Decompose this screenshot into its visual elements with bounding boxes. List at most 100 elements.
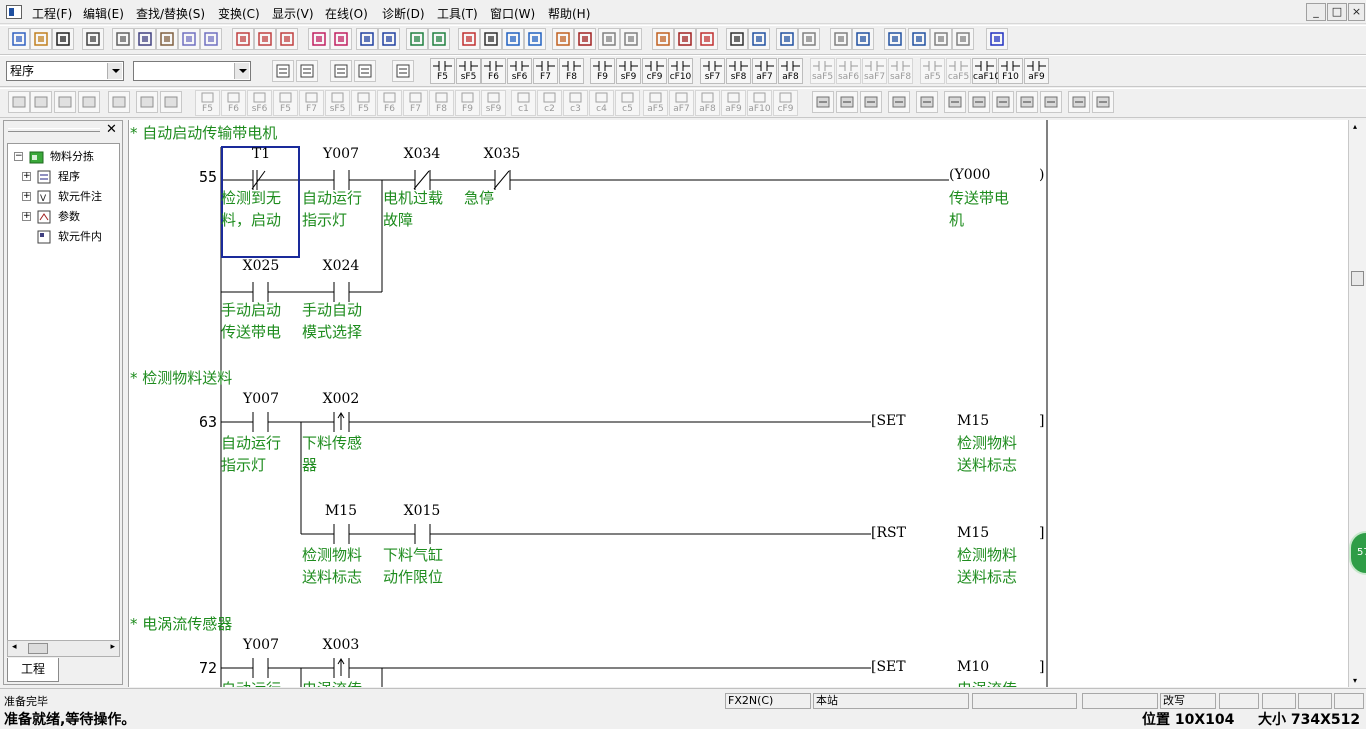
tree-root[interactable]: − 物料分拣 — [12, 148, 119, 166]
online-icon[interactable] — [574, 28, 596, 50]
save-icon[interactable] — [52, 28, 74, 50]
ladder-key-af9[interactable]: aF9 — [1024, 58, 1049, 84]
find-instruction-icon[interactable] — [254, 28, 276, 50]
sfc-tool-3-icon[interactable] — [54, 91, 76, 113]
menu-convert[interactable]: 变换(C) — [218, 5, 260, 22]
sfc-key-f5[interactable]: F5 — [273, 90, 298, 116]
open-folder-icon[interactable] — [30, 28, 52, 50]
floating-badge[interactable]: 57 — [1349, 531, 1366, 575]
ladder-key-sf8[interactable]: sF8 — [726, 58, 751, 84]
print-icon[interactable] — [82, 28, 104, 50]
ladder-key-saf8[interactable]: saF8 — [888, 58, 913, 84]
sfc-key-cf9[interactable]: cF9 — [773, 90, 798, 116]
tree-item-device-memory[interactable]: 软元件内 — [22, 228, 119, 246]
ladder-key-sf7[interactable]: sF7 — [700, 58, 725, 84]
step-icon[interactable] — [776, 28, 798, 50]
sfc-key-c3[interactable]: c3 — [563, 90, 588, 116]
sfc-key-f5[interactable]: F5 — [195, 90, 220, 116]
tool-5-icon[interactable] — [916, 91, 938, 113]
scroll-thumb[interactable] — [28, 643, 48, 654]
tool-3-icon[interactable] — [860, 91, 882, 113]
ladder-key-saf7[interactable]: saF7 — [862, 58, 887, 84]
tool-10-icon[interactable] — [1040, 91, 1062, 113]
menu-window[interactable]: 窗口(W) — [490, 5, 535, 22]
program-combo[interactable] — [133, 61, 251, 81]
ladder-key-f5[interactable]: F5 — [430, 58, 455, 84]
close-icon[interactable]: ✕ — [106, 123, 118, 137]
find-step-icon[interactable] — [276, 28, 298, 50]
plc-diagnostics-icon[interactable] — [908, 28, 930, 50]
transfer-icon[interactable] — [798, 28, 820, 50]
monitor-mode-icon[interactable] — [330, 60, 352, 82]
alias-icon[interactable] — [674, 28, 696, 50]
ladder-key-sf6[interactable]: sF6 — [507, 58, 532, 84]
tool-11-icon[interactable] — [1068, 91, 1090, 113]
ladder-key-caf10[interactable]: caF10 — [972, 58, 1000, 84]
panel-grip[interactable] — [8, 128, 100, 132]
sfc-key-af9[interactable]: aF9 — [721, 90, 746, 116]
ladder-key-f6[interactable]: F6 — [481, 58, 506, 84]
ladder-key-caf5[interactable]: caF5 — [946, 58, 971, 84]
zoom-out-icon[interactable] — [378, 28, 400, 50]
menu-edit[interactable]: 编辑(E) — [83, 5, 124, 22]
app-icon[interactable] — [6, 5, 22, 19]
sfc-key-af5[interactable]: aF5 — [643, 90, 668, 116]
list-view-icon[interactable] — [480, 28, 502, 50]
sfc-tool-6-icon[interactable] — [136, 91, 158, 113]
write-mode-icon[interactable] — [296, 60, 318, 82]
ladder-key-af5[interactable]: aF5 — [920, 58, 945, 84]
device-test-icon[interactable] — [930, 28, 952, 50]
sfc-tool-7-icon[interactable] — [160, 91, 182, 113]
sfc-icon[interactable] — [524, 28, 546, 50]
view-combo[interactable]: 程序 — [6, 61, 124, 81]
tool-7-icon[interactable] — [968, 91, 990, 113]
ladder-key-f9[interactable]: F9 — [590, 58, 615, 84]
menu-project[interactable]: 工程(F) — [32, 5, 72, 22]
menu-view[interactable]: 显示(V) — [272, 5, 314, 22]
zoom-in-icon[interactable] — [356, 28, 378, 50]
menu-diagnostics[interactable]: 诊断(D) — [382, 5, 425, 22]
sfc-key-c4[interactable]: c4 — [589, 90, 614, 116]
tool-9-icon[interactable] — [1016, 91, 1038, 113]
find-device-icon[interactable] — [232, 28, 254, 50]
sfc-key-f6[interactable]: F6 — [221, 90, 246, 116]
sfc-key-sf6[interactable]: sF6 — [247, 90, 272, 116]
diagnose-icon[interactable] — [726, 28, 748, 50]
menu-tools[interactable]: 工具(T) — [437, 5, 478, 22]
display-icon[interactable] — [986, 28, 1008, 50]
editor-vertical-scrollbar[interactable]: ▴ ▾ — [1348, 120, 1366, 687]
read-plc-icon[interactable] — [406, 28, 428, 50]
minimize-button[interactable]: _ — [1306, 3, 1326, 21]
cut-icon[interactable] — [112, 28, 134, 50]
tree-item-parameters[interactable]: + 参数 — [22, 208, 119, 226]
scroll-left-icon[interactable]: ◂ — [12, 642, 17, 652]
expand-icon[interactable]: + — [22, 192, 31, 201]
sfc-key-f6[interactable]: F6 — [377, 90, 402, 116]
close-button[interactable]: × — [1348, 3, 1365, 21]
tool-2-icon[interactable] — [836, 91, 858, 113]
sfc-tool-2-icon[interactable] — [30, 91, 52, 113]
scroll-down-icon[interactable]: ▾ — [1353, 676, 1357, 685]
ladder-key-f8[interactable]: F8 — [559, 58, 584, 84]
read-mode-icon[interactable] — [272, 60, 294, 82]
sfc-key-af10[interactable]: aF10 — [747, 90, 772, 116]
monitor-icon[interactable] — [458, 28, 480, 50]
sfc-key-af8[interactable]: aF8 — [695, 90, 720, 116]
ladder-key-f7[interactable]: F7 — [533, 58, 558, 84]
menu-find-replace[interactable]: 查找/替换(S) — [136, 5, 205, 22]
replace-device-icon[interactable] — [330, 28, 352, 50]
sfc-tool-1-icon[interactable] — [8, 91, 30, 113]
tab-project[interactable]: 工程 — [7, 658, 59, 682]
sfc-tool-4-icon[interactable] — [78, 91, 100, 113]
sfc-key-f8[interactable]: F8 — [429, 90, 454, 116]
restore-button[interactable]: □ — [1327, 3, 1347, 21]
scroll-up-icon[interactable]: ▴ — [1353, 122, 1357, 131]
write-plc-icon[interactable] — [428, 28, 450, 50]
ladder-key-cf9[interactable]: cF9 — [642, 58, 667, 84]
collapse-icon[interactable]: − — [14, 152, 23, 161]
sfc-key-sf5[interactable]: sF5 — [325, 90, 350, 116]
sfc-key-af7[interactable]: aF7 — [669, 90, 694, 116]
tool-12-icon[interactable] — [1092, 91, 1114, 113]
device-batch-icon[interactable] — [696, 28, 718, 50]
ladder-key-sf9[interactable]: sF9 — [616, 58, 641, 84]
